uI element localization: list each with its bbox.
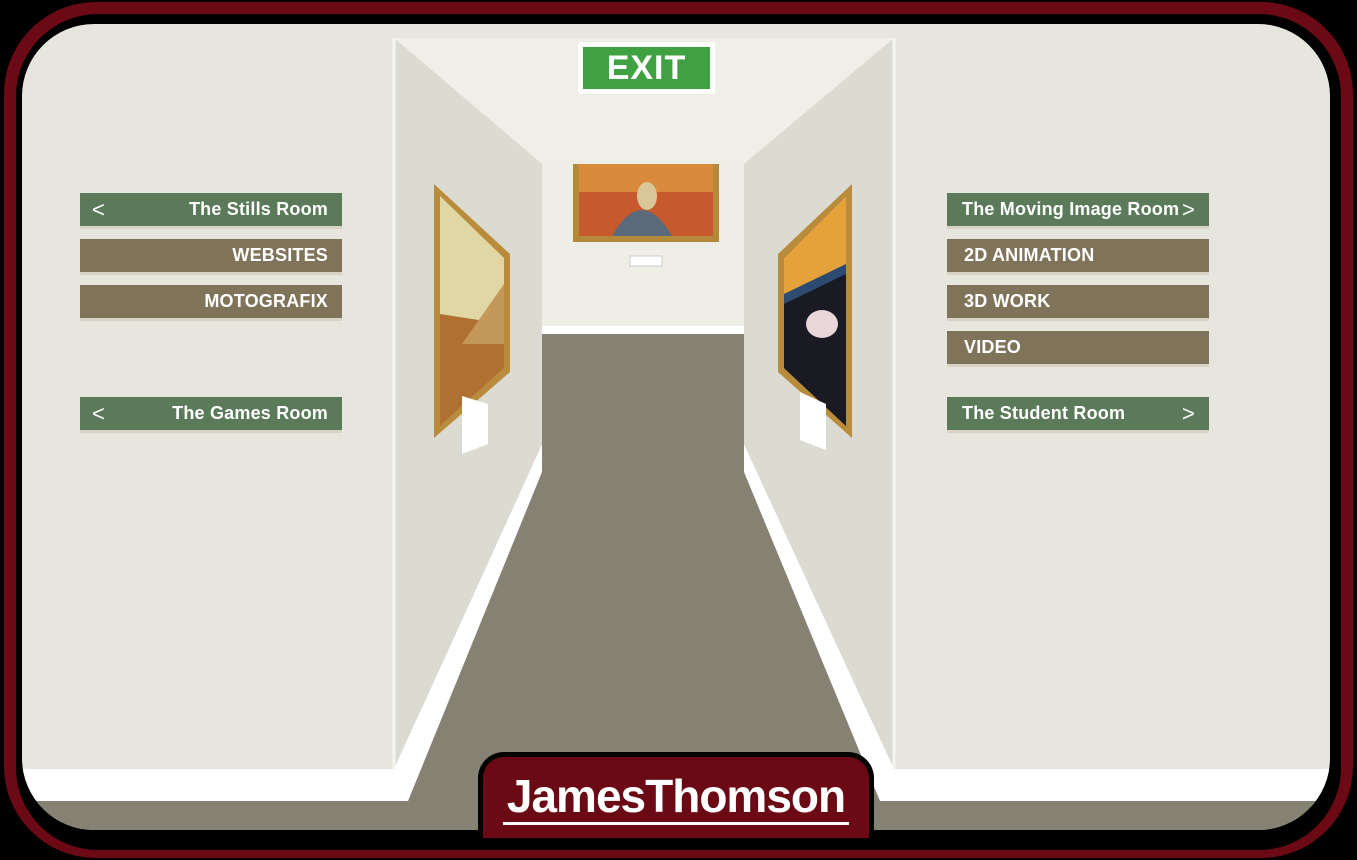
games-room-label: The Games Room [172, 403, 328, 423]
2d-animation-button[interactable]: 2D ANIMATION [947, 239, 1209, 275]
moving-image-room-button[interactable]: The Moving Image Room > [947, 193, 1209, 229]
games-room-button[interactable]: < The Games Room [80, 397, 342, 433]
motografix-button[interactable]: MOTOGRAFIX [80, 285, 342, 321]
chevron-left-icon: < [92, 400, 106, 426]
exit-label: EXIT [583, 47, 710, 89]
name-plate[interactable]: JamesThomson [478, 752, 874, 838]
3d-work-button[interactable]: 3D WORK [947, 285, 1209, 321]
baseboard-left [22, 769, 402, 801]
chevron-right-icon: > [1181, 196, 1195, 222]
student-room-label: The Student Room [962, 403, 1126, 423]
websites-button[interactable]: WEBSITES [80, 239, 342, 275]
chevron-left-icon: < [92, 196, 106, 222]
stills-room-label: The Stills Room [188, 199, 328, 219]
moving-image-room-label: The Moving Image Room [962, 199, 1180, 219]
stills-room-button[interactable]: < The Stills Room [80, 193, 342, 229]
baseboard-right [888, 769, 1330, 801]
student-room-button[interactable]: The Student Room > [947, 397, 1209, 433]
websites-label: WEBSITES [232, 245, 328, 265]
motografix-label: MOTOGRAFIX [204, 291, 328, 311]
video-label: VIDEO [964, 337, 1022, 357]
gallery-frame: EXIT < The Stills Room WEBSITES MOTOGRAF… [0, 0, 1357, 860]
3d-work-label: 3D WORK [964, 291, 1051, 311]
back-baseboard [542, 326, 744, 334]
chevron-right-icon: > [1181, 400, 1195, 426]
site-owner-name: JamesThomson [502, 770, 850, 825]
video-button[interactable]: VIDEO [947, 331, 1209, 367]
exit-sign[interactable]: EXIT [578, 42, 715, 94]
2d-animation-label: 2D ANIMATION [964, 245, 1095, 265]
